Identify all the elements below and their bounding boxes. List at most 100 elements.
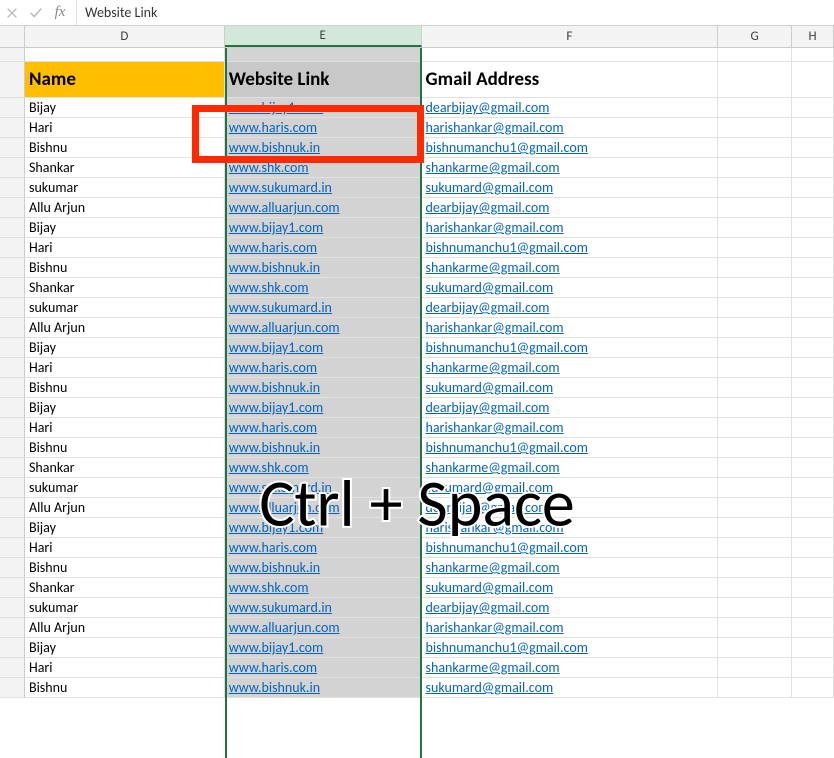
hyperlink[interactable]: dearbijay@gmail.com <box>426 99 550 116</box>
row-gutter[interactable] <box>0 138 25 158</box>
cell-link[interactable]: www.bishnuk.in <box>225 258 422 278</box>
confirm-icon[interactable] <box>24 0 48 26</box>
cell-link[interactable]: www.sukumard.in <box>225 298 422 318</box>
hyperlink[interactable]: sukumard@gmail.com <box>426 179 554 196</box>
cell-link[interactable]: www.bishnuk.in <box>225 558 422 578</box>
cell[interactable] <box>792 438 834 458</box>
hyperlink[interactable]: www.shk.com <box>229 579 309 596</box>
formula-input[interactable] <box>76 0 834 25</box>
hyperlink[interactable]: harishankar@gmail.com <box>426 619 564 636</box>
cell-name[interactable]: sukumar <box>25 178 225 198</box>
hyperlink[interactable]: www.bijay1.com <box>229 639 323 656</box>
row-gutter[interactable] <box>0 258 25 278</box>
cell-name[interactable]: Bijay <box>25 638 225 658</box>
cell[interactable] <box>792 218 834 238</box>
cell[interactable] <box>718 238 792 258</box>
hyperlink[interactable]: www.bijay1.com <box>229 219 323 236</box>
cell-name[interactable]: Hari <box>25 658 225 678</box>
cell-link[interactable]: www.haris.com <box>225 538 422 558</box>
cell-name[interactable]: sukumar <box>25 598 225 618</box>
hyperlink[interactable]: www.bishnuk.in <box>229 439 320 456</box>
hyperlink[interactable]: shankarme@gmail.com <box>426 459 560 476</box>
hyperlink[interactable]: www.shk.com <box>229 459 309 476</box>
row-gutter[interactable] <box>0 558 25 578</box>
col-header-e[interactable]: E <box>225 26 422 47</box>
hyperlink[interactable]: sukumard@gmail.com <box>426 579 554 596</box>
hyperlink[interactable]: www.bishnuk.in <box>229 259 320 276</box>
hyperlink[interactable]: www.haris.com <box>229 239 317 256</box>
cell-name[interactable]: Bijay <box>25 218 225 238</box>
cell-email[interactable]: dearbijay@gmail.com <box>422 298 719 318</box>
cell[interactable] <box>718 48 792 62</box>
row-gutter[interactable] <box>0 278 25 298</box>
hyperlink[interactable]: shankarme@gmail.com <box>426 259 560 276</box>
cell[interactable] <box>718 598 792 618</box>
cell[interactable] <box>792 558 834 578</box>
cell-link[interactable]: www.bijay1.com <box>225 518 422 538</box>
cell-link[interactable]: www.sukumard.in <box>225 178 422 198</box>
cell-email[interactable]: dearbijay@gmail.com <box>422 598 719 618</box>
hyperlink[interactable]: dearbijay@gmail.com <box>426 199 550 216</box>
cell-link[interactable]: www.alluarjun.com <box>225 198 422 218</box>
hyperlink[interactable]: www.alluarjun.com <box>229 619 340 636</box>
hyperlink[interactable]: www.haris.com <box>229 359 317 376</box>
cell[interactable] <box>792 678 834 698</box>
cell-name[interactable]: Shankar <box>25 578 225 598</box>
hyperlink[interactable]: www.alluarjun.com <box>229 319 340 336</box>
hyperlink[interactable]: www.sukumard.in <box>229 599 332 616</box>
header-name[interactable]: Name <box>25 62 225 98</box>
row-gutter[interactable] <box>0 238 25 258</box>
cell-link[interactable]: www.sukumard.in <box>225 598 422 618</box>
cell-name[interactable]: Allu Arjun <box>25 318 225 338</box>
cell[interactable] <box>792 378 834 398</box>
cell[interactable] <box>792 498 834 518</box>
row-gutter[interactable] <box>0 678 25 698</box>
cell-email[interactable]: shankarme@gmail.com <box>422 558 719 578</box>
cell-name[interactable]: Bijay <box>25 338 225 358</box>
cell-email[interactable]: bishnumanchu1@gmail.com <box>422 138 719 158</box>
cell-name[interactable]: Bijay <box>25 398 225 418</box>
cell[interactable] <box>718 578 792 598</box>
cell-name[interactable]: Hari <box>25 238 225 258</box>
cell[interactable] <box>718 538 792 558</box>
hyperlink[interactable]: sukumard@gmail.com <box>426 479 554 496</box>
cancel-icon[interactable] <box>0 0 24 26</box>
cell[interactable] <box>792 338 834 358</box>
hyperlink[interactable]: www.sukumard.in <box>229 299 332 316</box>
row-gutter[interactable] <box>0 378 25 398</box>
cell-name[interactable]: Hari <box>25 118 225 138</box>
cell-name[interactable]: Hari <box>25 418 225 438</box>
cell[interactable] <box>718 478 792 498</box>
hyperlink[interactable]: shankarme@gmail.com <box>426 359 560 376</box>
row-gutter[interactable] <box>0 318 25 338</box>
cell[interactable] <box>792 62 834 98</box>
cell-link[interactable]: www.shk.com <box>225 578 422 598</box>
cell[interactable] <box>718 218 792 238</box>
row-gutter[interactable] <box>0 218 25 238</box>
cell-email[interactable]: bishnumanchu1@gmail.com <box>422 538 719 558</box>
hyperlink[interactable]: dearbijay@gmail.com <box>426 399 550 416</box>
cell[interactable] <box>792 158 834 178</box>
cell-email[interactable]: bishnumanchu1@gmail.com <box>422 638 719 658</box>
cell-link[interactable]: www.haris.com <box>225 418 422 438</box>
hyperlink[interactable]: www.haris.com <box>229 539 317 556</box>
hyperlink[interactable]: www.sukumard.in <box>229 479 332 496</box>
cell-name[interactable]: sukumar <box>25 298 225 318</box>
row-gutter[interactable] <box>0 118 25 138</box>
row-gutter[interactable] <box>0 578 25 598</box>
cell-link[interactable]: www.shk.com <box>225 458 422 478</box>
hyperlink[interactable]: harishankar@gmail.com <box>426 219 564 236</box>
cell-link[interactable]: www.alluarjun.com <box>225 618 422 638</box>
cell-name[interactable]: sukumar <box>25 478 225 498</box>
cell-link[interactable]: www.alluarjun.com <box>225 318 422 338</box>
cell-email[interactable]: sukumard@gmail.com <box>422 678 719 698</box>
row-gutter[interactable] <box>0 538 25 558</box>
cell[interactable] <box>792 198 834 218</box>
hyperlink[interactable]: harishankar@gmail.com <box>426 319 564 336</box>
cell-name[interactable]: Hari <box>25 358 225 378</box>
cell-email[interactable]: dearbijay@gmail.com <box>422 498 719 518</box>
row-gutter[interactable] <box>0 48 25 62</box>
hyperlink[interactable]: bishnumanchu1@gmail.com <box>426 439 588 456</box>
hyperlink[interactable]: bishnumanchu1@gmail.com <box>426 139 588 156</box>
cell-email[interactable]: dearbijay@gmail.com <box>422 98 719 118</box>
